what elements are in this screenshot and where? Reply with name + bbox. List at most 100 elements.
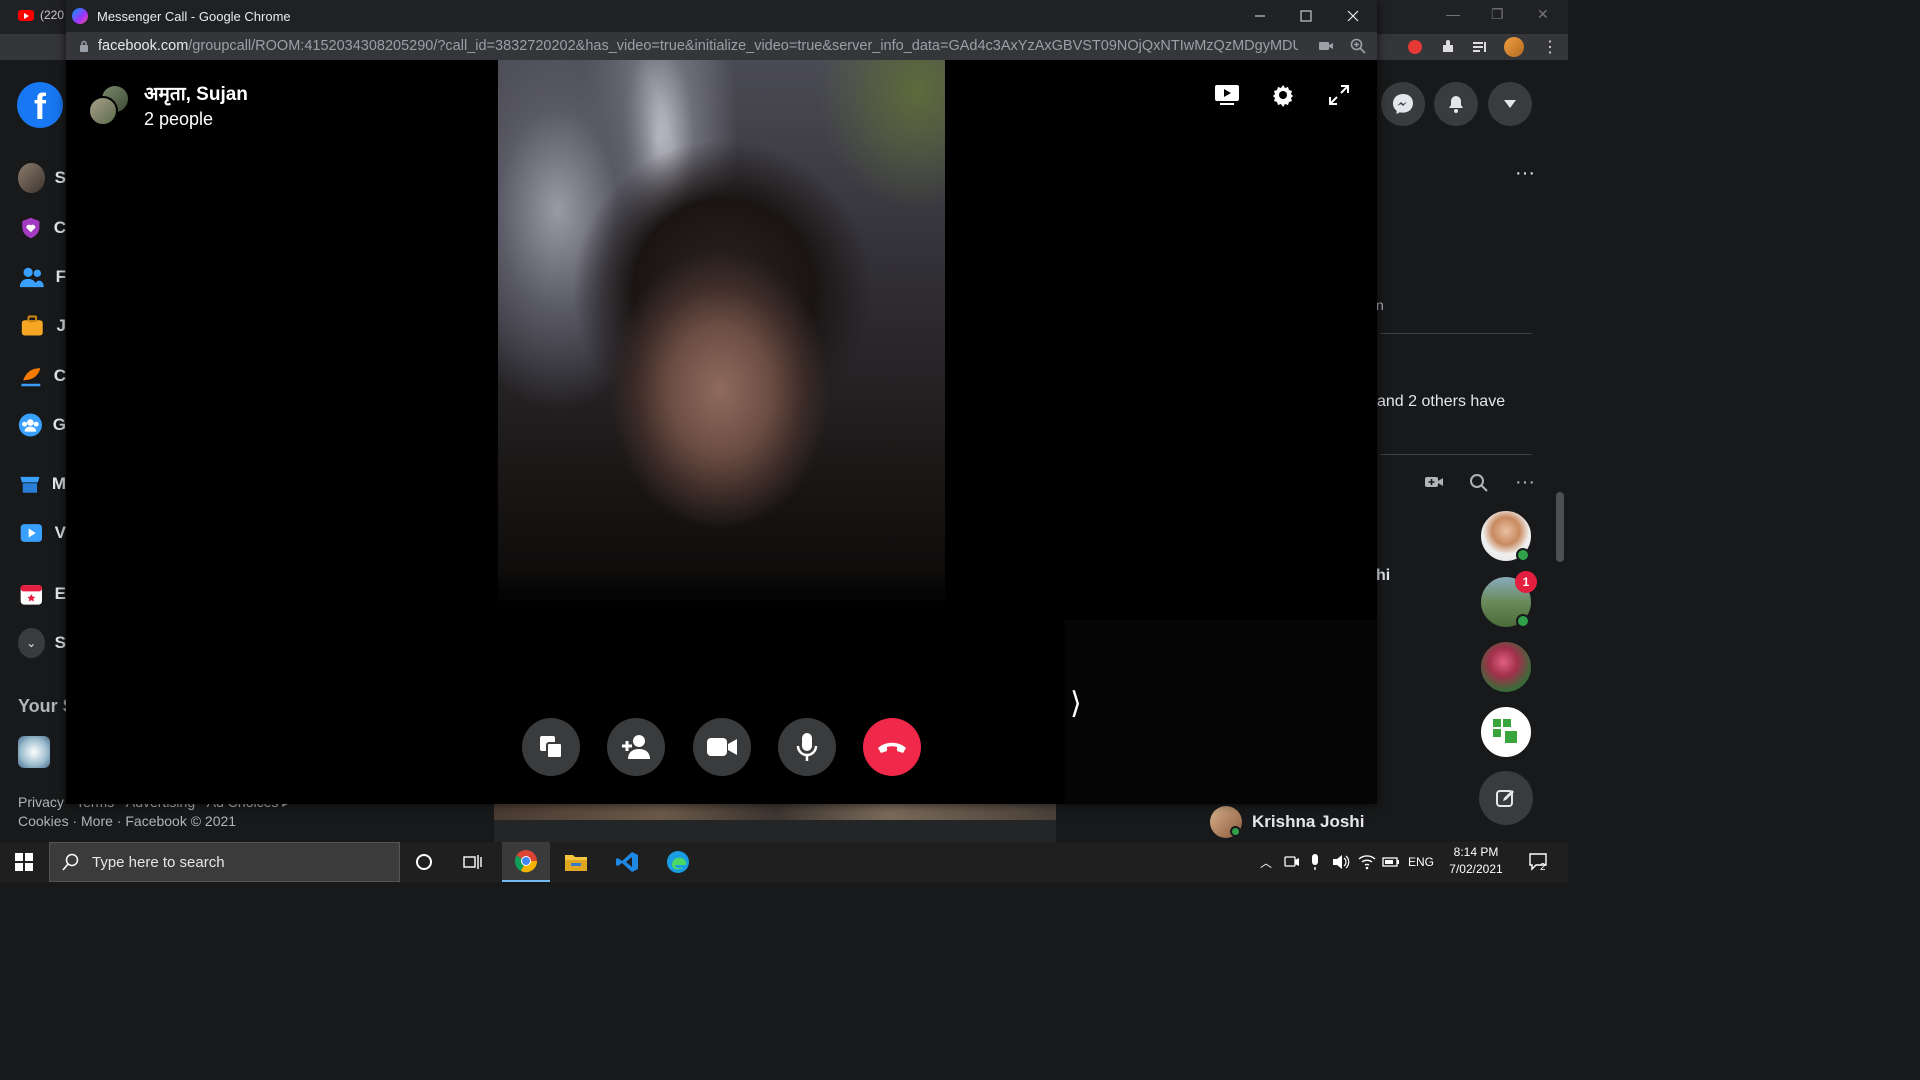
- settings-button[interactable]: [1270, 82, 1296, 108]
- minimize-button[interactable]: [1237, 0, 1283, 32]
- search-contacts-icon[interactable]: [1469, 473, 1489, 493]
- messenger-icon: [72, 8, 88, 24]
- account-menu-button[interactable]: [1488, 82, 1532, 126]
- chrome-icon: [514, 850, 538, 873]
- online-indicator: [1516, 614, 1530, 628]
- sidebar-item-events[interactable]: E: [18, 577, 66, 611]
- participant-video: [498, 60, 945, 610]
- system-clock[interactable]: 8:14 PM 7/02/2021: [1440, 844, 1512, 878]
- task-view-button[interactable]: [449, 842, 497, 882]
- contact-row[interactable]: Krishna Joshi: [1210, 806, 1364, 838]
- divider: [1380, 454, 1532, 455]
- start-button[interactable]: [0, 842, 48, 882]
- background-youtube-tab[interactable]: (220: [18, 8, 64, 22]
- close-icon: [1347, 10, 1359, 22]
- page-scrollbar[interactable]: [1552, 72, 1568, 842]
- vscode-button[interactable]: [603, 842, 651, 882]
- sidebar-item-climate[interactable]: C: [18, 359, 66, 393]
- media-queue-icon[interactable]: [1472, 39, 1488, 55]
- contact-avatar[interactable]: [1479, 640, 1533, 694]
- online-indicator: [1516, 548, 1530, 562]
- file-explorer-button[interactable]: [552, 842, 600, 882]
- new-room-icon[interactable]: [1424, 472, 1444, 492]
- taskbar-search[interactable]: Type here to search: [49, 842, 400, 882]
- cortana-icon: [416, 854, 432, 870]
- feed-post-preview[interactable]: [494, 804, 1056, 842]
- sidebar-item-profile[interactable]: S: [18, 161, 66, 195]
- close-button[interactable]: [1330, 0, 1376, 32]
- sidebar-item-friends[interactable]: F: [18, 260, 66, 294]
- contact-name: Krishna Joshi: [1252, 812, 1365, 831]
- action-center-button[interactable]: 2: [1515, 842, 1563, 882]
- background-minimize-icon[interactable]: —: [1446, 6, 1460, 22]
- shortcut-icon[interactable]: [18, 736, 50, 768]
- hang-up-icon: [878, 742, 906, 753]
- sidebar-label: S: [54, 168, 66, 187]
- edge-button[interactable]: [654, 842, 702, 882]
- contact-name-snippet: hi: [1376, 567, 1391, 584]
- chrome-menu-icon[interactable]: ⋮: [1542, 37, 1558, 57]
- wifi-icon[interactable]: [1358, 853, 1376, 871]
- shield-heart-icon: [22, 217, 40, 239]
- add-person-icon: [622, 735, 650, 759]
- windows-logo-icon: [15, 853, 33, 871]
- sidebar-see-more[interactable]: ⌄ S: [18, 626, 66, 660]
- divider: [1380, 333, 1532, 334]
- puzzle-icon[interactable]: [1440, 39, 1456, 55]
- edge-icon: [667, 851, 689, 873]
- contact-avatar: [1210, 806, 1242, 838]
- share-screen-button[interactable]: [522, 718, 580, 776]
- avatar: [88, 96, 118, 126]
- sidebar-item-covid[interactable]: C: [18, 211, 66, 245]
- extension-icon-red[interactable]: [1408, 40, 1422, 54]
- online-indicator: [1230, 826, 1241, 837]
- window-titlebar[interactable]: Messenger Call - Google Chrome: [66, 0, 1377, 32]
- sidebar-item-watch[interactable]: V: [18, 516, 66, 550]
- background-close-icon[interactable]: ✕: [1537, 6, 1549, 23]
- bell-icon: [1449, 96, 1463, 113]
- notifications-button[interactable]: [1434, 82, 1478, 126]
- facebook-logo[interactable]: f: [17, 82, 63, 128]
- contacts-options-icon[interactable]: ···: [1515, 471, 1535, 494]
- new-message-button[interactable]: [1479, 771, 1533, 825]
- sidebar-label: C: [53, 218, 66, 237]
- sidebar-item-jobs[interactable]: J: [18, 309, 66, 343]
- watch-together-button[interactable]: [1214, 82, 1240, 108]
- profile-avatar[interactable]: [1504, 37, 1524, 57]
- lock-icon: [80, 40, 88, 52]
- microphone-tray-icon[interactable]: [1309, 853, 1321, 871]
- maximize-button[interactable]: [1283, 0, 1329, 32]
- end-call-button[interactable]: [863, 718, 921, 776]
- next-participant-arrow[interactable]: ⟩: [1070, 686, 1082, 721]
- scrollbar-thumb[interactable]: [1556, 492, 1564, 562]
- messenger-button[interactable]: [1381, 82, 1425, 126]
- camera-tray-icon[interactable]: [1284, 853, 1300, 871]
- language-indicator[interactable]: ENG: [1408, 842, 1434, 882]
- calendar-icon: [20, 585, 42, 605]
- maximize-icon: [1300, 10, 1312, 22]
- address-bar[interactable]: facebook.com/groupcall/ROOM:415203430820…: [66, 32, 1377, 60]
- footer-line-2[interactable]: Cookies · More · Facebook © 2021: [18, 812, 289, 831]
- camera-in-use-icon[interactable]: [1318, 38, 1334, 54]
- sidebar-label: G: [52, 415, 66, 434]
- video-toggle-button[interactable]: [693, 718, 751, 776]
- microphone-icon: [796, 733, 818, 761]
- search-icon: [62, 853, 79, 871]
- contact-avatar[interactable]: [1479, 705, 1533, 759]
- battery-icon[interactable]: [1382, 853, 1400, 871]
- more-options-icon[interactable]: ···: [1515, 162, 1535, 185]
- background-maximize-icon[interactable]: ❐: [1491, 6, 1504, 23]
- notification-count: 2: [1540, 862, 1546, 873]
- sidebar-label: J: [56, 316, 66, 335]
- cortana-button[interactable]: [400, 842, 448, 882]
- url-text[interactable]: facebook.com/groupcall/ROOM:415203430820…: [98, 38, 1298, 54]
- sidebar-item-groups[interactable]: G: [18, 408, 66, 442]
- sidebar-item-marketplace[interactable]: M: [18, 467, 66, 501]
- mute-button[interactable]: [778, 718, 836, 776]
- chrome-taskbar-button[interactable]: [502, 842, 550, 882]
- tray-overflow-icon[interactable]: ︿: [1260, 842, 1272, 882]
- fullscreen-button[interactable]: [1326, 82, 1352, 108]
- volume-icon[interactable]: [1332, 853, 1350, 871]
- add-person-button[interactable]: [607, 718, 665, 776]
- zoom-icon[interactable]: [1350, 38, 1366, 54]
